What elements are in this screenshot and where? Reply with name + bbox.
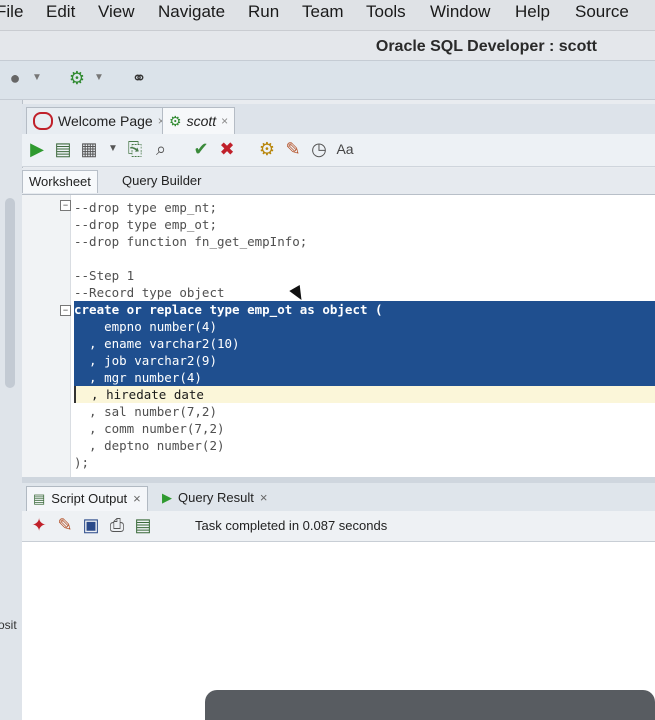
connection-chevron-icon[interactable]: ▼	[88, 67, 110, 89]
sql-icon: ⚙	[169, 113, 182, 129]
close-icon[interactable]: ×	[133, 487, 141, 511]
menu-bar: File Edit View Navigate Run Team Tools W…	[0, 0, 655, 31]
editor-gutter	[22, 195, 71, 477]
tab-scott[interactable]: ⚙ scott ×	[162, 107, 236, 134]
code-line: --Record type object	[74, 285, 225, 300]
left-scrollbar[interactable]	[5, 198, 15, 388]
fold-toggle-icon[interactable]: −	[60, 200, 71, 211]
menu-edit[interactable]: Edit	[46, 2, 75, 22]
tab-label: scott	[186, 113, 217, 129]
code-line-selected: , mgr number(4)	[74, 369, 655, 386]
script-output-icon: ▤	[33, 491, 46, 506]
code-line-selected: , job varchar2(9)	[74, 352, 655, 369]
worksheet-toolbar: ▶ ▤ ▦ ▼ ⎘ ⌕ ✔ ✖ ⚙ ✎ ◷ Aa	[22, 134, 655, 167]
code-line-selected: empno number(4)	[74, 318, 655, 335]
rollback-icon[interactable]: ✖	[216, 138, 238, 160]
tab-script-output[interactable]: ▤ Script Output ×	[26, 486, 148, 511]
title-bar: Oracle SQL Developer : scott	[0, 31, 655, 63]
commit-icon[interactable]: ▦	[78, 138, 100, 160]
history-icon[interactable]: ◷	[308, 138, 330, 160]
eraser-icon[interactable]: ✎	[282, 138, 304, 160]
menu-source[interactable]: Source	[575, 2, 629, 22]
media-control-overlay	[205, 690, 655, 720]
dropdown-chevron-icon[interactable]: ▼	[26, 67, 48, 89]
toolbar-chevron-icon[interactable]: ▼	[102, 138, 124, 160]
code-line: --drop type emp_nt;	[74, 200, 217, 215]
code-line: --drop type emp_ot;	[74, 217, 217, 232]
menu-tools[interactable]: Tools	[366, 2, 406, 22]
forward-icon[interactable]: ●	[4, 67, 26, 89]
window-title: Oracle SQL Developer : scott	[375, 38, 597, 55]
menu-team[interactable]: Team	[302, 2, 344, 22]
pin-icon[interactable]: ✦	[28, 514, 50, 536]
menu-view[interactable]: View	[98, 2, 135, 22]
print-icon[interactable]: ⎙	[106, 514, 128, 536]
status-message: Task completed in 0.087 seconds	[195, 518, 388, 533]
tab-worksheet[interactable]: Worksheet	[22, 170, 98, 193]
sql-editor[interactable]: − − --drop type emp_nt; --drop type emp_…	[22, 195, 655, 477]
code-line: --Step 1	[74, 268, 135, 283]
explain-plan-icon[interactable]: ⎘	[124, 138, 146, 160]
commit-check-icon[interactable]: ✔	[190, 138, 212, 160]
menu-help[interactable]: Help	[515, 2, 550, 22]
fold-toggle-icon[interactable]: −	[60, 305, 71, 316]
save-icon[interactable]: ▣	[80, 514, 102, 536]
query-result-icon: ▶	[162, 490, 172, 505]
document-tab-strip: Welcome Page × ⚙ scott ×	[22, 104, 655, 135]
close-icon[interactable]: ×	[260, 486, 268, 510]
tab-query-builder[interactable]: Query Builder	[116, 170, 207, 192]
eraser-icon[interactable]: ✎	[54, 514, 76, 536]
main-toolbar: ● ▼ ⚙ ▼ ⚭	[0, 60, 655, 100]
run-statement-icon[interactable]: ▶	[26, 138, 48, 160]
code-line-current: , hiredate date	[74, 386, 655, 403]
binoculars-icon[interactable]: ⚭	[128, 67, 150, 89]
code-line: --drop function fn_get_empInfo;	[74, 234, 308, 249]
left-pane-label: osit	[0, 618, 17, 632]
worksheet-tab-strip: Worksheet Query Builder	[22, 168, 655, 195]
record-icon	[33, 112, 53, 130]
code-line: , sal number(7,2)	[74, 404, 217, 419]
code-line: , deptno number(2)	[74, 438, 225, 453]
autotrace-icon[interactable]: ⌕	[150, 138, 172, 160]
tab-label: Query Result	[178, 490, 254, 505]
tab-query-result[interactable]: ▶ Query Result ×	[156, 486, 273, 510]
buffer-size-icon[interactable]: ▤	[132, 514, 154, 536]
menu-file[interactable]: File	[0, 2, 23, 22]
sql-tuning-icon[interactable]: ⚙	[256, 138, 278, 160]
left-navigator-pane: osit	[0, 100, 23, 720]
case-toggle-icon[interactable]: Aa	[334, 138, 356, 160]
code-line: );	[74, 455, 90, 470]
code-line-selected: create or replace type emp_ot as object …	[74, 301, 655, 318]
code-line: , comm number(7,2)	[74, 421, 225, 436]
menu-window[interactable]: Window	[430, 2, 490, 22]
tab-welcome-page[interactable]: Welcome Page ×	[26, 107, 172, 134]
close-icon[interactable]: ×	[221, 108, 228, 134]
code-line-selected: , ename varchar2(10)	[74, 335, 655, 352]
tab-label: Welcome Page	[58, 113, 153, 129]
sql-connection-icon[interactable]: ⚙	[66, 67, 88, 89]
output-tab-strip: ▤ Script Output × ▶ Query Result ×	[22, 483, 655, 512]
menu-run[interactable]: Run	[248, 2, 279, 22]
run-script-icon[interactable]: ▤	[52, 138, 74, 160]
tab-label: Script Output	[51, 491, 128, 506]
output-toolbar: ✦ ✎ ▣ ⎙ ▤ Task completed in 0.087 second…	[22, 511, 655, 542]
menu-navigate[interactable]: Navigate	[158, 2, 225, 22]
